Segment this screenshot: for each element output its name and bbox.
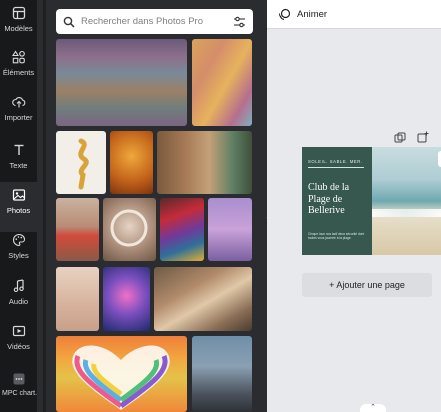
photo-thumbnail[interactable] [56,336,187,412]
rail-item-audio[interactable]: Audio [0,273,37,323]
rail-item-videos[interactable]: Vidéos [0,318,37,368]
photo-icon [12,189,25,201]
panel-scrollbar[interactable] [43,0,46,412]
photo-thumbnail[interactable] [56,267,99,331]
left-rail: Modèles Éléments Importer Texte Photos S… [0,0,41,412]
templates-icon [12,6,25,20]
app-icon [13,373,24,385]
photo-thumbnail[interactable] [110,131,153,194]
design-page[interactable]: SOLEIL. SABLE. MER. Club de la Plage de … [302,147,441,255]
photo-thumbnail[interactable] [157,131,252,194]
rail-item-app[interactable]: MPC chart... [0,366,41,400]
rail-item-upload[interactable]: Importer [0,89,37,139]
upload-icon [11,96,25,108]
elements-icon [11,50,25,64]
canvas-area: Animer SOLEIL. SABLE. MER. Club de la Pl… [267,0,441,412]
music-icon [13,279,24,293]
rail-label-upload: Importer [4,113,33,122]
photo-thumbnail[interactable] [192,39,252,126]
filter-icon[interactable] [233,16,246,28]
rail-item-styles[interactable]: Styles [0,227,37,277]
duplicate-page-icon[interactable] [394,131,406,143]
animate-icon[interactable] [278,8,291,21]
wave-foam [372,209,441,217]
page-headline[interactable]: Club de la Plage de Bellerive [308,182,370,217]
search-input[interactable] [81,16,233,27]
page-divider [308,167,364,168]
search-icon [63,16,75,28]
photo-thumbnail[interactable] [56,198,99,261]
page-body-text[interactable]: Cinque loue nos tarif deux sécurité dont… [308,232,368,240]
rail-label-audio: Audio [8,297,29,306]
rail-item-templates[interactable]: Modèles [0,0,37,50]
rail-label-text: Texte [9,161,28,170]
rail-label-photos: Photos [6,206,31,215]
photo-thumbnail[interactable] [160,198,204,261]
photo-thumbnail[interactable] [154,267,252,331]
rail-item-elements[interactable]: Éléments [0,44,37,94]
photo-thumbnail[interactable] [56,131,106,194]
photo-thumbnail[interactable] [208,198,252,261]
rail-item-text[interactable]: Texte [0,137,37,187]
show-pages-tab[interactable]: ⌃ [360,404,386,412]
page-tagline[interactable]: SOLEIL. SABLE. MER. [308,159,363,164]
photo-thumbnail[interactable] [103,198,156,261]
rail-label-app: MPC chart... [2,390,41,397]
beach-photo[interactable] [372,147,441,255]
photo-thumbnail[interactable] [192,336,252,412]
photos-panel [37,0,263,412]
photo-thumbnail[interactable] [103,267,150,331]
rail-label-styles: Styles [8,251,29,260]
rail-item-photos[interactable]: Photos [0,182,37,232]
palette-icon [12,233,25,247]
editor-root: Modèles Éléments Importer Texte Photos S… [0,0,441,412]
animate-button[interactable]: Animer [297,9,327,20]
chevron-up-icon: ⌃ [370,404,376,411]
rail-label-elements: Éléments [2,68,35,77]
text-icon [14,144,23,155]
add-page-icon[interactable] [417,130,429,143]
rail-label-videos: Vidéos [7,342,30,351]
photo-thumbnail[interactable] [56,39,187,126]
add-page-button[interactable]: + Ajouter une page [302,273,432,297]
video-icon [12,325,25,337]
search-bar [56,9,253,34]
editor-topbar: Animer [267,0,441,29]
rail-label-templates: Modèles [4,24,33,33]
